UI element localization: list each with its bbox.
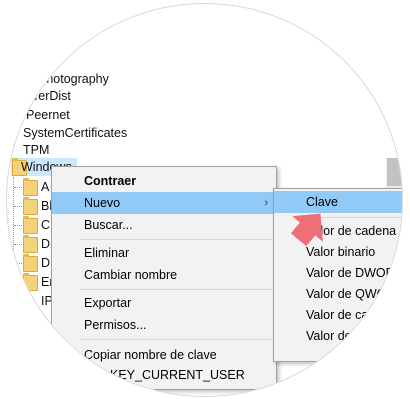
tree-guide-line: [13, 177, 15, 307]
menu-item-exportar[interactable]: Exportar: [52, 292, 276, 314]
tree-item-terdist[interactable]: TerDist: [32, 88, 71, 104]
context-menu: Contraer Nuevo › Buscar... Eliminar Camb…: [51, 166, 277, 390]
submenu-item-valor-cadena-multiple[interactable]: Valor de cadena: [274, 304, 402, 326]
chevron-right-icon: ›: [264, 197, 268, 209]
tree-guide-line: [14, 301, 24, 303]
menu-item-nuevo[interactable]: Nuevo ›: [52, 192, 276, 214]
menu-item-eliminar[interactable]: Eliminar: [52, 242, 276, 264]
tree-subitem[interactable]: A: [41, 179, 49, 195]
tree-item-photography[interactable]: Photography: [38, 71, 109, 87]
menu-separator: [80, 289, 272, 290]
tree-item-systemcertificates[interactable]: SystemCertificates: [23, 125, 127, 141]
magnifier-circle: Photography TerDist Peernet SystemCertif…: [6, 3, 403, 397]
tree-subitem[interactable]: D: [41, 255, 50, 271]
folder-icon: [23, 254, 38, 272]
tree-item-tpm[interactable]: TPM: [23, 142, 49, 158]
menu-item-nuevo-label: Nuevo: [84, 196, 121, 210]
menu-item-permisos[interactable]: Permisos...: [52, 314, 276, 336]
tree-item-peernet[interactable]: Peernet: [26, 107, 70, 123]
tree-subitem[interactable]: D: [41, 236, 50, 252]
screenshot-stage: Photography TerDist Peernet SystemCertif…: [0, 0, 410, 399]
folder-icon: [23, 216, 38, 234]
folder-icon: [23, 178, 38, 196]
menu-item-current-user[interactable]: KEY_CURRENT_USER: [52, 364, 276, 386]
scrollbar-thumb[interactable]: [387, 158, 402, 186]
tree-subitem[interactable]: C: [41, 217, 50, 233]
menu-separator: [80, 339, 272, 340]
menu-item-copiar-nombre[interactable]: Copiar nombre de clave: [52, 344, 276, 366]
menu-item-contraer[interactable]: Contraer: [52, 170, 276, 192]
submenu-item-valor-dword[interactable]: Valor de DWORD: [274, 262, 402, 284]
menu-item-buscar[interactable]: Buscar...: [52, 214, 276, 236]
folder-icon: [23, 197, 38, 215]
menu-item-cambiar-nombre[interactable]: Cambiar nombre: [52, 264, 276, 286]
submenu-item-valor-qword[interactable]: Valor de QWORD: [274, 283, 402, 305]
menu-separator: [80, 239, 272, 240]
submenu-item-valor-cadena-expandible[interactable]: Valor de cadena: [274, 325, 402, 347]
pointer-arrow-icon: [290, 213, 323, 247]
registry-editor-pane: Photography TerDist Peernet SystemCertif…: [7, 4, 402, 396]
folder-icon: [23, 273, 38, 291]
folder-icon: [23, 235, 38, 253]
